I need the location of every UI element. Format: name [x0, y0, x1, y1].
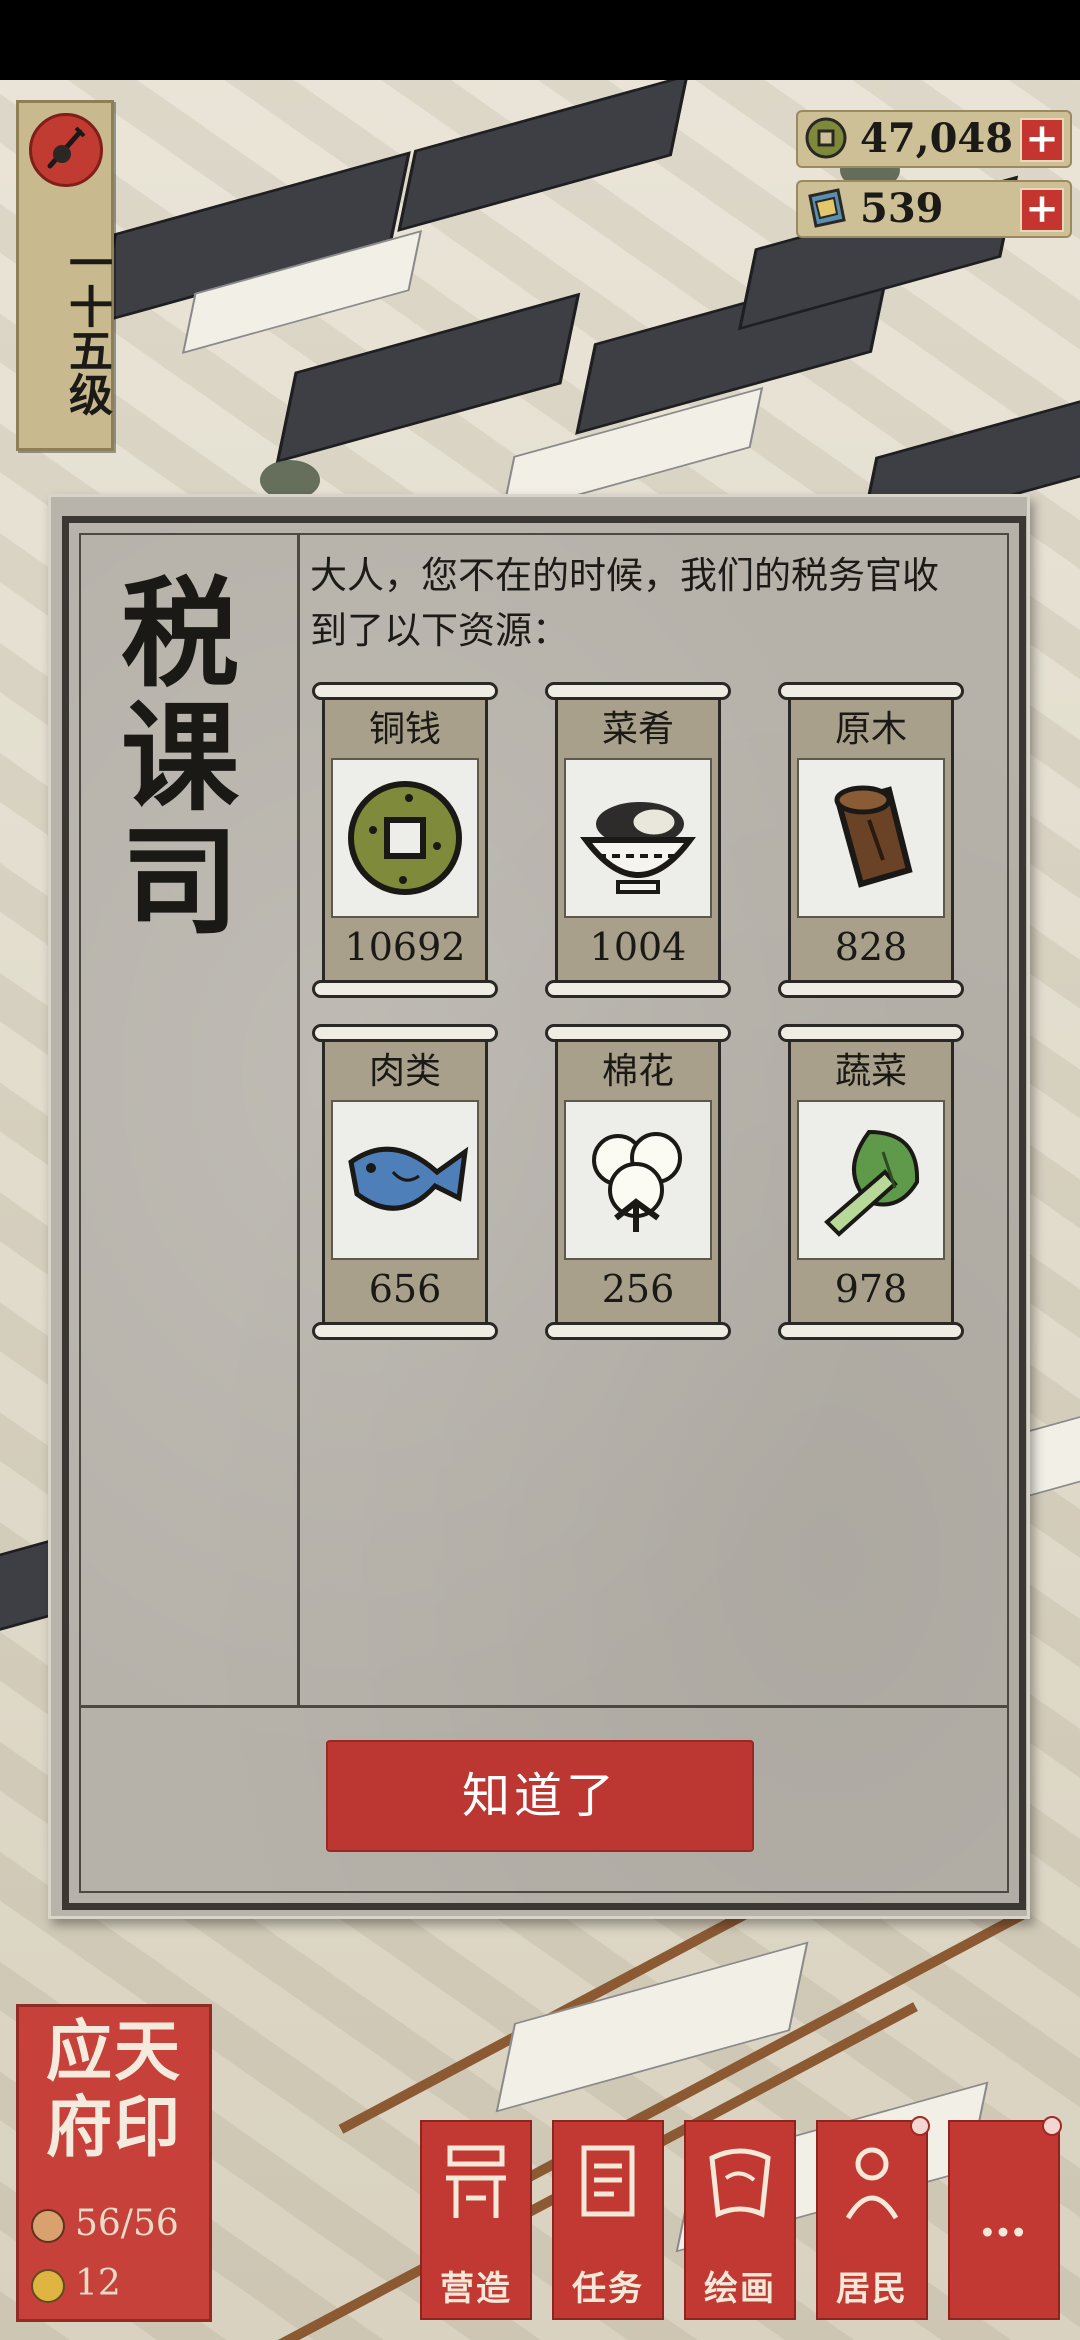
resource-amount: 1004 [589, 925, 687, 969]
acknowledge-button[interactable]: 知道了 [326, 1740, 754, 1852]
tasks-button[interactable]: 任务 [552, 2120, 664, 2320]
resource-name: 原木 [834, 709, 907, 750]
notification-badge [1042, 2116, 1062, 2136]
resource-card-meat: 肉类 656 [312, 1024, 498, 1340]
log-wood-icon [797, 758, 945, 918]
more-button[interactable]: … [948, 2116, 1062, 2320]
resource-amount: 256 [601, 1267, 675, 1311]
painting-icon [709, 2148, 771, 2218]
resource-amount: 828 [834, 925, 908, 969]
resource-card-wood: 原木 828 [778, 682, 964, 998]
jade-gem-icon [804, 186, 848, 230]
notification-badge [910, 2116, 930, 2136]
resource-name: 肉类 [368, 1051, 441, 1092]
resource-stat-icon [31, 2269, 65, 2303]
cotton-icon [564, 1100, 712, 1260]
copper-amount: 47,048 [860, 115, 1014, 162]
jade-currency[interactable]: 539 + [796, 180, 1072, 238]
copper-coin-icon [331, 758, 479, 918]
status-bar [0, 0, 1080, 80]
secondary-stat: 12 [31, 2263, 121, 2304]
resource-name: 棉花 [601, 1051, 674, 1092]
copper-coin-icon [804, 116, 848, 160]
resource-card-copper: 铜钱 10692 [312, 682, 498, 998]
column-divider [297, 533, 300, 1705]
residents-button[interactable]: 居民 [816, 2116, 930, 2320]
fish-meat-icon [331, 1100, 479, 1260]
painting-button[interactable]: 绘画 [684, 2120, 796, 2320]
resident-icon [845, 2147, 899, 2220]
jade-amount: 539 [860, 185, 944, 232]
office-title: 税课司 [120, 564, 239, 951]
build-icon [446, 2145, 506, 2218]
resource-name: 菜肴 [601, 709, 674, 750]
level-label: 一十五级 [61, 240, 112, 416]
player-level-tag[interactable]: 一十五级 [16, 100, 114, 451]
resource-card-vegetable: 蔬菜 978 [778, 1024, 964, 1340]
resource-name: 蔬菜 [834, 1051, 907, 1092]
vegetable-icon [797, 1100, 945, 1260]
city-seal-title: 应天府印 [46, 2012, 182, 2166]
dialog-message: 大人，您不在的时候，我们的税务官收到了以下资源： [310, 554, 939, 652]
build-button[interactable]: 营造 [420, 2120, 532, 2320]
resource-amount: 978 [834, 1267, 908, 1311]
city-seal-panel[interactable]: 应天府印 56/56 12 [16, 2004, 212, 2322]
population-stat: 56/56 [31, 2203, 179, 2244]
resource-amount: 10692 [344, 925, 466, 969]
row-divider [79, 1705, 1009, 1708]
add-jade-button[interactable]: + [1020, 188, 1064, 232]
resource-card-cotton: 棉花 256 [545, 1024, 731, 1340]
player-emblem-icon [29, 113, 103, 187]
more-icon: … [979, 2192, 1029, 2248]
resource-amount: 656 [368, 1267, 442, 1311]
population-icon [31, 2209, 65, 2243]
resource-name: 铜钱 [368, 709, 441, 750]
copper-currency[interactable]: 47,048 + [796, 110, 1072, 168]
task-scroll-icon [581, 2145, 635, 2217]
add-copper-button[interactable]: + [1020, 118, 1064, 162]
resource-card-dish: 菜肴 1004 [545, 682, 731, 998]
dish-bowl-icon [564, 758, 712, 918]
